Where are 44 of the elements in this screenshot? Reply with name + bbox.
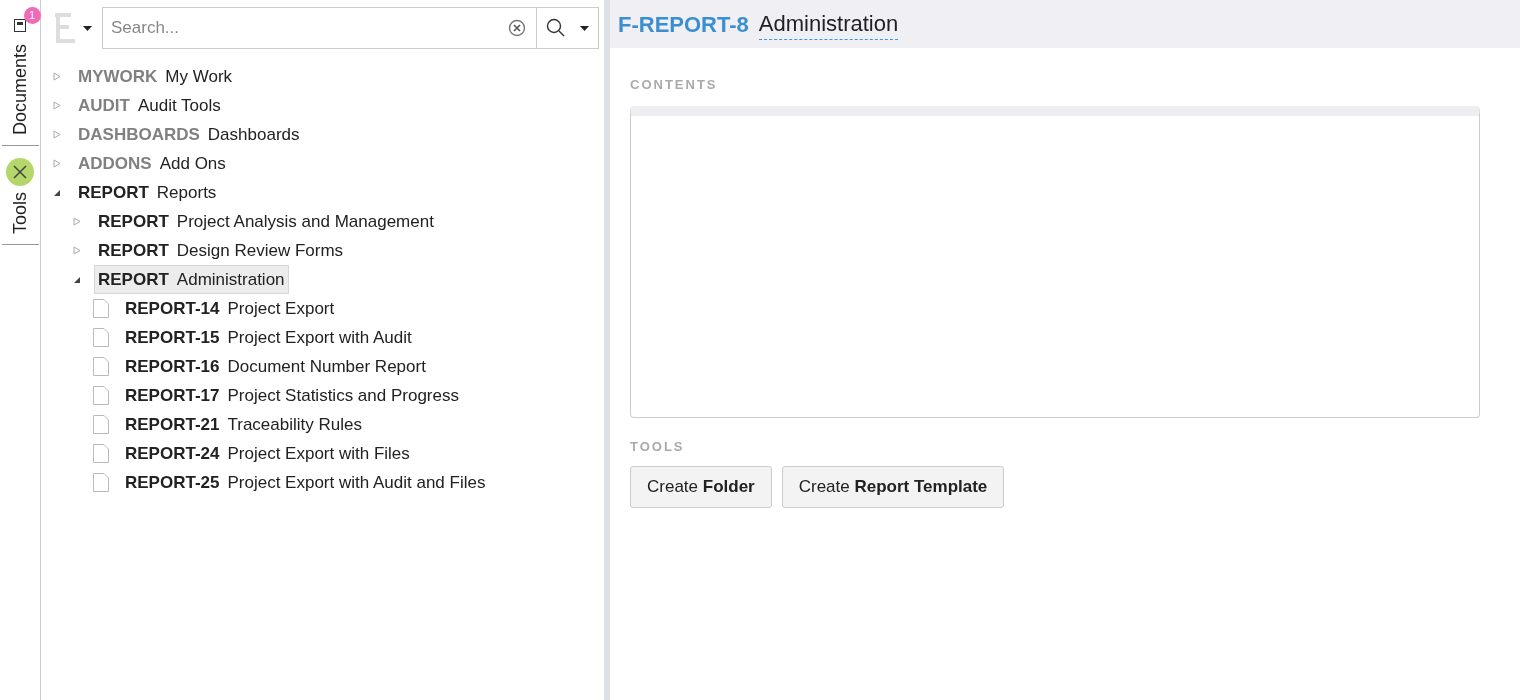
document-icon (93, 473, 109, 492)
tree-item[interactable]: REPORT-17 Project Statistics and Progress (121, 380, 463, 411)
tree-item[interactable]: REPORT-24 Project Export with Files (121, 438, 414, 469)
section-heading: CONTENTS (630, 76, 719, 94)
document-icon (93, 357, 109, 376)
page-title[interactable]: Administration (758, 8, 899, 40)
tree-item[interactable]: ADDONS Add Ons (74, 148, 230, 179)
search-icon (546, 18, 566, 38)
clear-icon[interactable] (508, 19, 526, 37)
search-input[interactable]: Search... (103, 15, 508, 41)
tree-item[interactable]: MYWORK My Work (74, 61, 237, 92)
document-icon (93, 415, 109, 434)
page-id: F-REPORT-8 (618, 10, 749, 39)
expand-triangle-icon[interactable] (73, 246, 81, 255)
tree-item[interactable]: REPORT-15 Project Export with Audit (121, 322, 416, 353)
expand-triangle-icon[interactable] (53, 159, 61, 168)
expand-triangle-icon[interactable] (53, 72, 61, 81)
document-icon (93, 299, 109, 318)
side-tab-label: Tools (8, 192, 31, 235)
search-field[interactable]: Search... (102, 7, 599, 49)
create-button[interactable]: Create Report Template (781, 466, 1005, 508)
tree-item[interactable]: DASHBOARDS Dashboards (74, 119, 304, 150)
tree-item[interactable]: AUDIT Audit Tools (74, 90, 225, 121)
tree-item[interactable]: REPORT Design Review Forms (94, 235, 348, 266)
tree-item[interactable]: REPORT Administration (94, 264, 289, 295)
collapse-triangle-icon[interactable] (53, 188, 61, 197)
caret-icon (580, 25, 589, 31)
tree-item[interactable]: REPORT-16 Document Number Report (121, 351, 430, 382)
document-icon (93, 386, 109, 405)
tree-item[interactable]: REPORT-14 Project Export (121, 293, 339, 324)
tree-item[interactable]: REPORT-25 Project Export with Audit and Files (121, 467, 490, 498)
expand-triangle-icon[interactable] (53, 130, 61, 139)
side-tab-label: Documents (8, 44, 31, 136)
collapse-triangle-icon[interactable] (73, 275, 81, 284)
tree-view-icon[interactable] (53, 13, 92, 43)
expand-triangle-icon[interactable] (73, 217, 81, 226)
tree-item[interactable]: REPORT Reports (74, 177, 221, 208)
expand-triangle-icon[interactable] (53, 101, 61, 110)
create-button[interactable]: Create Folder (630, 466, 772, 508)
section-heading: TOOLS (630, 437, 686, 456)
document-icon (93, 328, 109, 347)
document-icon (93, 444, 109, 463)
tree-item[interactable]: REPORT-21 Traceability Rules (121, 409, 366, 440)
tree-item[interactable]: REPORT Project Analysis and Management (94, 206, 438, 237)
